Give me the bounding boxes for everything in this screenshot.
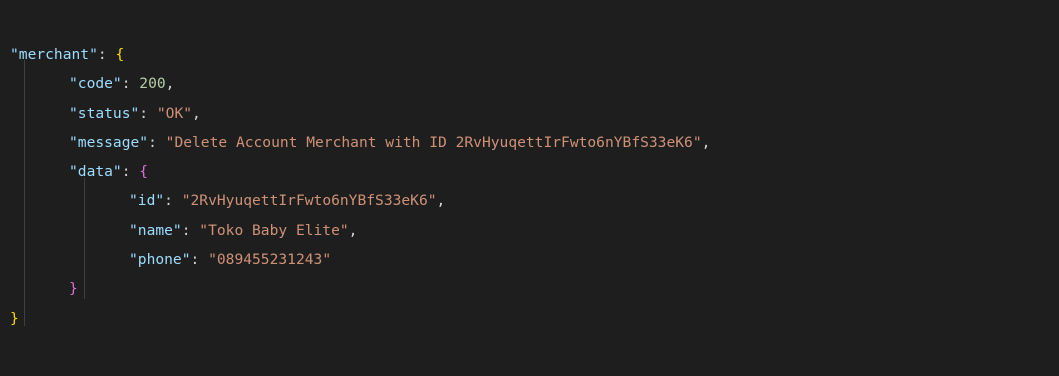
code-line-8: "phone": "089455231243" <box>129 251 332 269</box>
code-line-10: } <box>10 304 1059 333</box>
json-key-id: "id" <box>129 192 165 210</box>
json-value-name: "Toko Baby Elite" <box>199 221 349 239</box>
open-brace-data: { <box>139 163 149 181</box>
json-value-status: "OK" <box>156 104 193 122</box>
json-value-code: 200 <box>139 75 166 93</box>
code-editor[interactable]: "merchant": { "code": 200, "status": "OK… <box>0 0 1059 376</box>
code-line-3: "status": "OK", <box>69 104 201 122</box>
code-line-5: "data": { <box>69 163 149 181</box>
json-value-id: "2RvHyuqettIrFwto6nYBfS33eK6" <box>181 192 437 210</box>
code-line-9: } <box>10 274 1059 303</box>
code-line-1: "merchant": { <box>10 46 125 63</box>
code-line-6: "id": "2RvHyuqettIrFwto6nYBfS33eK6", <box>129 192 446 210</box>
code-line-4: "message": "Delete Account Merchant with… <box>69 133 711 151</box>
code-line-7: "name": "Toko Baby Elite", <box>129 221 358 239</box>
json-key-status: "status" <box>69 104 140 122</box>
json-code-block[interactable]: "merchant": { "code": 200, "status": "OK… <box>10 40 1059 333</box>
json-value-phone: "089455231243" <box>208 251 332 269</box>
json-value-message: "Delete Account Merchant with ID 2RvHyuq… <box>165 133 702 151</box>
json-key-name: "name" <box>129 221 182 239</box>
json-key-code: "code" <box>69 75 122 93</box>
json-key-phone: "phone" <box>129 251 191 269</box>
json-key-merchant: "merchant" <box>10 46 98 63</box>
json-key-message: "message" <box>69 133 149 151</box>
json-key-data: "data" <box>69 163 122 181</box>
open-brace-root: { <box>115 46 125 63</box>
code-line-2: "code": 200, <box>69 75 175 93</box>
close-brace-root: } <box>10 309 19 327</box>
close-brace-data: } <box>69 280 78 298</box>
